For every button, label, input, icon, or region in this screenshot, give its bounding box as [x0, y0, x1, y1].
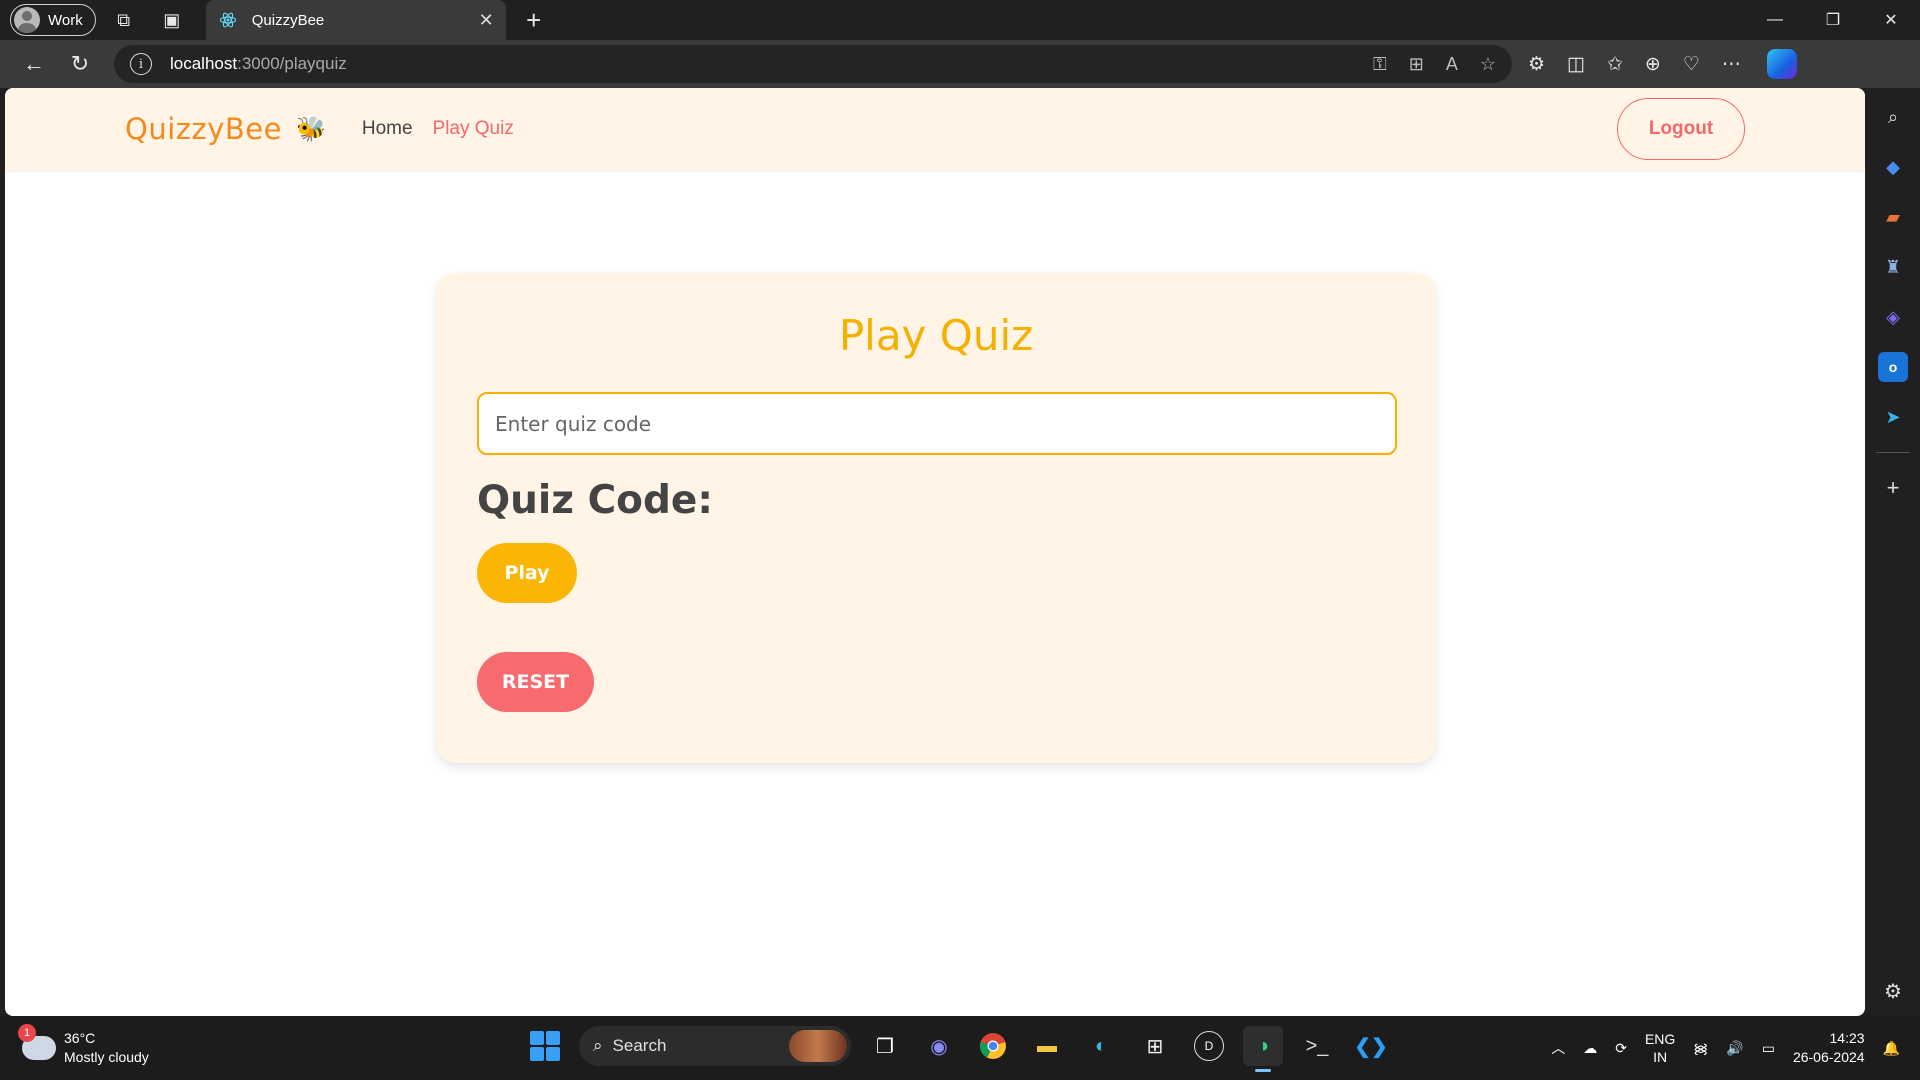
- shopping-tag-icon[interactable]: ◆: [1878, 152, 1908, 182]
- page-viewport: QuizzyBee 🐝 Home Play Quiz Logout Play Q…: [5, 88, 1865, 1016]
- terminal-icon[interactable]: >_: [1297, 1026, 1337, 1066]
- edge-sidebar: ⌕ ◆ ▰ ♜ ◈ o ➤ + ⚙: [1866, 88, 1920, 1016]
- app-navbar: QuizzyBee 🐝 Home Play Quiz Logout: [5, 88, 1865, 170]
- taskbar-apps: ⌕ Search ❐ ◉ ▬ ◐ ⊞ D ◑ >_ ❮❯: [525, 1026, 1391, 1072]
- card-title: Play Quiz: [838, 311, 1034, 360]
- profile-label: Work: [48, 11, 83, 29]
- extensions-icon[interactable]: ⚙: [1528, 53, 1545, 76]
- clock[interactable]: 14:23 26-06-2024: [1793, 1029, 1865, 1067]
- lang-region: IN: [1653, 1049, 1668, 1065]
- close-window-icon[interactable]: ✕: [1862, 0, 1920, 40]
- browser-toolbar: ← ↻ i localhost:3000/playquiz ⚿ ⊞ A ☆ ⚙ …: [0, 40, 1920, 88]
- profile-avatar: [14, 7, 40, 33]
- url-host: localhost: [170, 54, 238, 73]
- tools-briefcase-icon[interactable]: ▰: [1878, 202, 1908, 232]
- taskbar-search-label: Search: [612, 1036, 667, 1055]
- read-aloud-icon[interactable]: A: [1446, 54, 1458, 75]
- new-tab-icon[interactable]: +: [514, 5, 554, 36]
- games-icon[interactable]: ♜: [1878, 252, 1908, 282]
- workspaces-icon[interactable]: ⧉: [104, 4, 144, 36]
- restore-icon[interactable]: ❐: [1804, 0, 1862, 40]
- system-tray: ︿ ☁ ⟳ ENG IN ᯼ 🔊 ▭ 14:23 26-06-2024 🔔: [1551, 1016, 1900, 1080]
- react-favicon-icon: [218, 10, 238, 30]
- weather-widget[interactable]: 1 36°C Mostly cloudy: [18, 1024, 149, 1067]
- play-quiz-card: Play Quiz Quiz Code: Play RESET: [436, 273, 1436, 763]
- back-icon[interactable]: ←: [12, 46, 56, 82]
- lang-code: ENG: [1644, 1031, 1676, 1047]
- search-glass-icon: ⌕: [593, 1036, 603, 1055]
- sidebar-divider: [1876, 452, 1910, 453]
- more-options-icon[interactable]: ⋯: [1722, 53, 1741, 76]
- browser-tab[interactable]: QuizzyBee ✕: [205, 0, 506, 40]
- tab-actions-icon[interactable]: ▣: [152, 4, 192, 36]
- sync-icon[interactable]: ⟳: [1615, 1040, 1627, 1057]
- temperature: 36°C: [64, 1030, 96, 1046]
- app-install-icon[interactable]: ⊞: [1409, 54, 1424, 75]
- weather-badge: 1: [18, 1024, 36, 1042]
- settings-gear-icon[interactable]: ⚙: [1884, 979, 1902, 1004]
- notification-bell-icon[interactable]: 🔔: [1883, 1040, 1900, 1057]
- cloud-icon: 1: [18, 1024, 56, 1060]
- profile-button[interactable]: Work: [10, 4, 96, 36]
- address-bar[interactable]: i localhost:3000/playquiz ⚿ ⊞ A ☆: [114, 45, 1512, 83]
- task-view-icon[interactable]: ❐: [865, 1026, 905, 1066]
- browser-essentials-icon[interactable]: ♡: [1683, 53, 1700, 76]
- volume-icon[interactable]: 🔊: [1726, 1040, 1743, 1057]
- quiz-code-label: Quiz Code:: [477, 478, 713, 523]
- window-controls: — ❐ ✕: [1746, 0, 1920, 40]
- onedrive-icon[interactable]: ☁: [1583, 1040, 1597, 1057]
- play-button[interactable]: Play: [477, 543, 577, 603]
- split-screen-icon[interactable]: ◫: [1567, 53, 1585, 76]
- microsoft-store-icon[interactable]: ⊞: [1135, 1026, 1175, 1066]
- close-tab-icon[interactable]: ✕: [479, 10, 494, 31]
- chrome-icon[interactable]: [973, 1026, 1013, 1066]
- copilot-icon[interactable]: [1766, 49, 1797, 79]
- url-path: :3000/playquiz: [237, 54, 347, 73]
- reset-button[interactable]: RESET: [477, 652, 594, 712]
- edge-work-icon[interactable]: ◑: [1243, 1026, 1283, 1072]
- windows-start-icon[interactable]: [525, 1026, 565, 1066]
- collections-icon[interactable]: ⊕: [1645, 53, 1661, 76]
- battery-icon[interactable]: ▭: [1762, 1040, 1775, 1057]
- minimize-icon[interactable]: —: [1746, 0, 1804, 40]
- teams-chat-icon[interactable]: ◉: [919, 1026, 959, 1066]
- clock-date: 26-06-2024: [1792, 1049, 1865, 1065]
- send-icon[interactable]: ➤: [1878, 402, 1908, 432]
- favorite-star-icon[interactable]: ☆: [1480, 54, 1496, 75]
- key-icon[interactable]: ⚿: [1373, 54, 1387, 75]
- search-icon[interactable]: ⌕: [1878, 102, 1908, 132]
- add-icon[interactable]: +: [1878, 473, 1908, 503]
- file-explorer-icon[interactable]: ▬: [1027, 1026, 1067, 1066]
- wifi-icon[interactable]: ᯼: [1693, 1039, 1708, 1058]
- refresh-icon[interactable]: ↻: [58, 46, 102, 82]
- site-info-icon[interactable]: i: [130, 53, 152, 75]
- windows-taskbar: 1 36°C Mostly cloudy ⌕ Search ❐ ◉ ▬ ◐ ⊞ …: [0, 1016, 1920, 1080]
- tab-title: QuizzyBee: [251, 11, 325, 29]
- logout-button[interactable]: Logout: [1617, 98, 1745, 160]
- chevron-up-icon[interactable]: ︿: [1551, 1038, 1565, 1058]
- taskbar-search[interactable]: ⌕ Search: [579, 1026, 851, 1066]
- nav-home-link[interactable]: Home: [362, 118, 413, 140]
- vscode-icon[interactable]: ❮❯: [1351, 1026, 1391, 1066]
- quiz-code-input[interactable]: [477, 392, 1397, 455]
- browser-titlebar: Work ⧉ ▣ QuizzyBee ✕ + — ❐ ✕: [0, 0, 1920, 40]
- address-actions: ⚿ ⊞ A ☆: [1373, 54, 1496, 75]
- brand-logo[interactable]: QuizzyBee: [125, 112, 282, 146]
- nav-play-quiz-link[interactable]: Play Quiz: [433, 118, 514, 140]
- browser-tools: ⚙ ◫ ✩ ⊕ ♡ ⋯: [1528, 53, 1741, 76]
- clock-time: 14:23: [1829, 1030, 1865, 1046]
- language-indicator[interactable]: ENG IN: [1645, 1030, 1675, 1066]
- edge-icon[interactable]: ◐: [1081, 1026, 1121, 1066]
- favorites-icon[interactable]: ✩: [1607, 53, 1623, 76]
- dell-icon[interactable]: D: [1194, 1031, 1224, 1061]
- copilot-sidebar-icon[interactable]: ◈: [1878, 302, 1908, 332]
- outlook-icon[interactable]: o: [1878, 352, 1908, 382]
- bee-icon: 🐝: [295, 115, 326, 143]
- search-highlight-image: [789, 1030, 847, 1062]
- weather-condition: Mostly cloudy: [64, 1049, 149, 1065]
